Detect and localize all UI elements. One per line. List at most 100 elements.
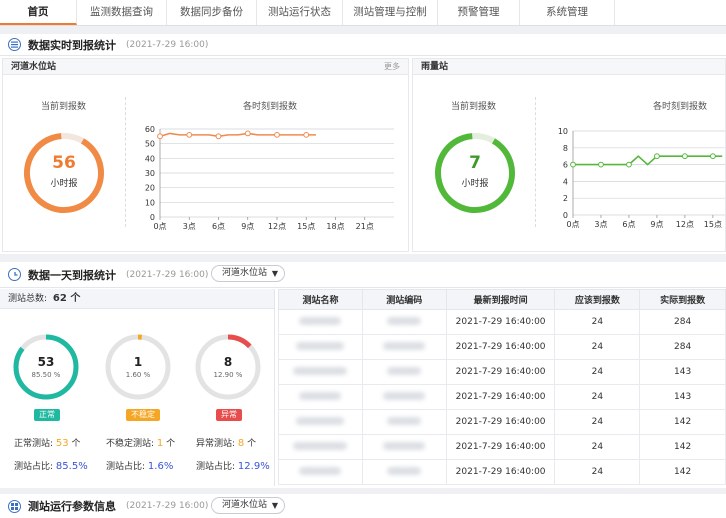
status-badge: 不稳定 (126, 409, 160, 421)
x-tick-label: 12点 (676, 220, 694, 229)
y-tick-label: 0 (563, 211, 568, 220)
nav-tab[interactable]: 预警管理 (438, 0, 520, 25)
total-label: 测站总数: (8, 294, 48, 304)
table-row[interactable]: 2021-7-29 16:40:00 24 142 (278, 409, 726, 435)
expected-count-cell: 24 (554, 384, 641, 410)
expected-count-cell: 24 (554, 434, 641, 460)
data-point (244, 130, 251, 137)
table-row[interactable]: 2021-7-29 16:40:00 24 143 (278, 359, 726, 385)
latest-time-cell: 2021-7-29 16:40:00 (445, 384, 556, 410)
station-count-line: 正常测站: 53 个 (14, 436, 81, 449)
latest-time-cell: 2021-7-29 16:40:00 (445, 359, 556, 385)
data-point (303, 131, 310, 138)
grid-icon (8, 499, 21, 513)
y-tick-label: 0 (150, 213, 155, 222)
station-name-cell (278, 459, 363, 485)
current-count-label: 当前到报数 (41, 102, 87, 112)
col-header: 实际到报数 (639, 289, 726, 310)
station-name-cell (278, 309, 363, 335)
y-tick-label: 6 (563, 161, 568, 170)
table-row[interactable]: 2021-7-29 16:40:00 24 142 (278, 459, 726, 485)
stat-label: 正常测站: (14, 439, 54, 449)
ring-percent: 1.60 % (125, 371, 151, 379)
table-row[interactable]: 2021-7-29 16:40:00 24 284 (278, 309, 726, 335)
station-name-cell (278, 434, 363, 460)
ratio-value: 85.5% (55, 461, 88, 472)
daily-time: (2021-7-29 16:00) (126, 269, 209, 280)
y-tick-label: 4 (563, 177, 568, 186)
x-tick-label: 6点 (622, 220, 635, 229)
data-point (215, 133, 222, 140)
total-value: 62 个 (52, 293, 81, 304)
latest-time-cell: 2021-7-29 16:40:00 (445, 309, 556, 335)
data-point (654, 153, 660, 160)
x-tick-label: 3点 (183, 222, 196, 231)
station-type-select-value: 河道水位站 (222, 268, 268, 278)
station-code-cell (361, 334, 447, 360)
river-hourly-line-chart: 0 10 20 30 40 50 60 0点 3点 6点 9点 12点 15点 18点 21点 (145, 125, 394, 231)
nav-tab[interactable]: 首页 (0, 0, 77, 25)
data-point (682, 153, 688, 160)
stat-label: 不稳定测站: (106, 439, 155, 449)
nav-tab[interactable]: 测站运行状态 (257, 0, 343, 25)
y-tick-label: 8 (563, 144, 568, 153)
current-count-unit: 小时报 (50, 179, 78, 189)
nav-tab[interactable]: 系统管理 (520, 0, 615, 25)
col-header: 测站名称 (278, 289, 363, 310)
station-name-cell (278, 384, 363, 410)
y-tick-label: 10 (145, 198, 155, 207)
nav-tab[interactable]: 数据同步备份 (167, 0, 257, 25)
col-header: 最新到报时间 (445, 289, 556, 310)
panel-title: 雨量站 (421, 62, 449, 72)
data-point (626, 161, 632, 168)
ratio-value: 1.6% (147, 461, 174, 472)
list-icon (8, 38, 21, 51)
series-line (573, 155, 723, 166)
river-station-panel: 河道水位站 更多 当前到报数 56 小时报 各时刻到报数 0 10 20 30 40 50… (2, 58, 409, 252)
realtime-title: 数据实时到报统计 (28, 38, 116, 52)
table-row[interactable]: 2021-7-29 16:40:00 24 142 (278, 434, 726, 460)
current-count-value: 56 (52, 153, 76, 173)
station-code-cell (361, 459, 447, 485)
nav-tab[interactable]: 监测数据查询 (77, 0, 167, 25)
table-row[interactable]: 2021-7-29 16:40:00 24 284 (278, 334, 726, 360)
x-tick-label: 9点 (650, 220, 663, 229)
stat-value: 8 (237, 438, 245, 449)
params-station-type-select[interactable]: 河道水位站 ▼ (211, 497, 285, 514)
station-type-select[interactable]: 河道水位站 ▼ (211, 265, 285, 282)
latest-time-cell: 2021-7-29 16:40:00 (445, 434, 556, 460)
station-count-line: 异常测站: 8 个 (196, 436, 256, 449)
actual-count-cell: 284 (639, 309, 726, 335)
data-point (186, 131, 193, 138)
ratio-label: 测站占比: (196, 462, 236, 472)
station-count-line: 不稳定测站: 1 个 (106, 436, 175, 449)
station-code-cell (361, 309, 447, 335)
station-report-table: 测站名称 测站编码 最新到报时间 应该到报数 实际到报数 2021-7-29 1… (278, 289, 726, 485)
expected-count-cell: 24 (554, 359, 641, 385)
col-header: 测站编码 (361, 289, 447, 310)
station-code-cell (361, 409, 447, 435)
ratio-label: 测站占比: (14, 462, 54, 472)
y-tick-label: 30 (145, 169, 155, 178)
stat-unit: 个 (166, 439, 176, 449)
panel-title: 河道水位站 (11, 62, 57, 72)
params-time: (2021-7-29 16:00) (126, 501, 209, 511)
nav-tab[interactable]: 测站管理与控制 (343, 0, 438, 25)
ring-percent: 12.90 % (213, 371, 243, 379)
stat-unit: 个 (247, 439, 257, 449)
station-code-cell (361, 359, 447, 385)
daily-header: 数据一天到报统计 (2021-7-29 16:00) (0, 262, 726, 288)
table-row[interactable]: 2021-7-29 16:40:00 24 143 (278, 384, 726, 410)
latest-time-cell: 2021-7-29 16:40:00 (445, 459, 556, 485)
station-code-cell (361, 384, 447, 410)
chevron-down-icon: ▼ (271, 269, 278, 278)
station-name-cell (278, 359, 363, 385)
stat-value: 1 (156, 438, 164, 449)
status-badge: 异常 (216, 409, 242, 421)
ring-value: 1 (133, 355, 143, 369)
y-tick-label: 40 (145, 154, 155, 163)
data-point (274, 131, 280, 138)
rain-hourly-line-chart: 0 2 4 6 8 10 0点 3点 6点 9点 12点 15点 (558, 127, 725, 229)
more-link[interactable]: 更多 (384, 59, 400, 75)
expected-count-cell: 24 (554, 459, 641, 485)
